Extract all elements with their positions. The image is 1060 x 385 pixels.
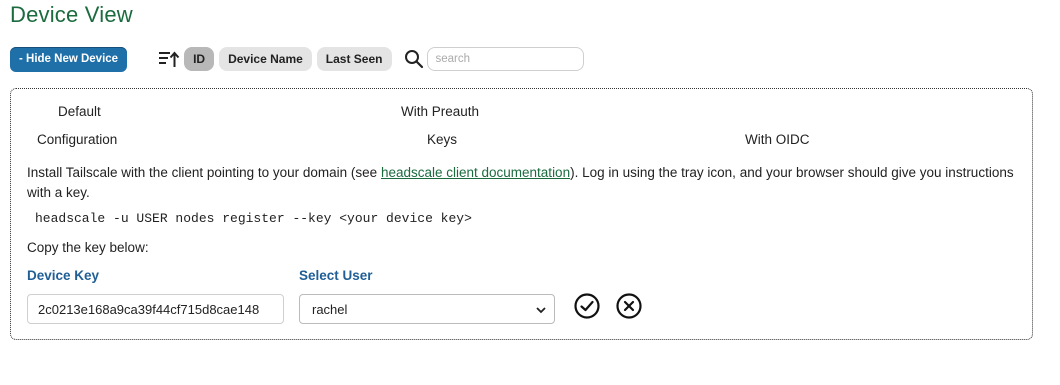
chevron-down-icon (536, 307, 546, 314)
device-key-input[interactable] (27, 294, 284, 324)
option-default-line1[interactable]: Default (58, 104, 101, 119)
instructions-text: Install Tailscale with the client pointi… (27, 163, 1017, 203)
headscale-docs-link[interactable]: headscale client documentation (381, 165, 570, 180)
device-key-label: Device Key (27, 268, 100, 283)
option-default-line2[interactable]: Configuration (37, 132, 117, 147)
close-circle-icon[interactable] (615, 292, 643, 320)
register-command: headscale -u USER nodes register --key <… (35, 211, 472, 226)
copy-key-label: Copy the key below: (27, 240, 149, 255)
option-oidc[interactable]: With OIDC (745, 132, 810, 147)
option-preauth-line1[interactable]: With Preauth (401, 104, 479, 119)
option-preauth-line2[interactable]: Keys (427, 132, 457, 147)
hide-new-device-button[interactable]: - Hide New Device (10, 46, 128, 72)
new-device-panel: Default Configuration With Preauth Keys … (10, 88, 1033, 340)
search-icon (404, 49, 424, 69)
sort-by-id-button[interactable]: ID (184, 47, 215, 71)
page-title: Device View (10, 2, 133, 27)
sort-ascending-icon[interactable] (158, 48, 180, 70)
user-select[interactable]: rachel (299, 294, 555, 324)
selected-user: rachel (312, 301, 348, 317)
sort-by-last-seen-button[interactable]: Last Seen (316, 47, 392, 71)
search-input[interactable] (426, 47, 584, 71)
toolbar: - Hide New Device ID Device Name Last Se… (10, 46, 584, 72)
select-user-label: Select User (299, 268, 373, 283)
check-circle-icon[interactable] (573, 292, 601, 320)
instructions-before: Install Tailscale with the client pointi… (27, 165, 381, 180)
sort-by-device-name-button[interactable]: Device Name (219, 47, 312, 71)
